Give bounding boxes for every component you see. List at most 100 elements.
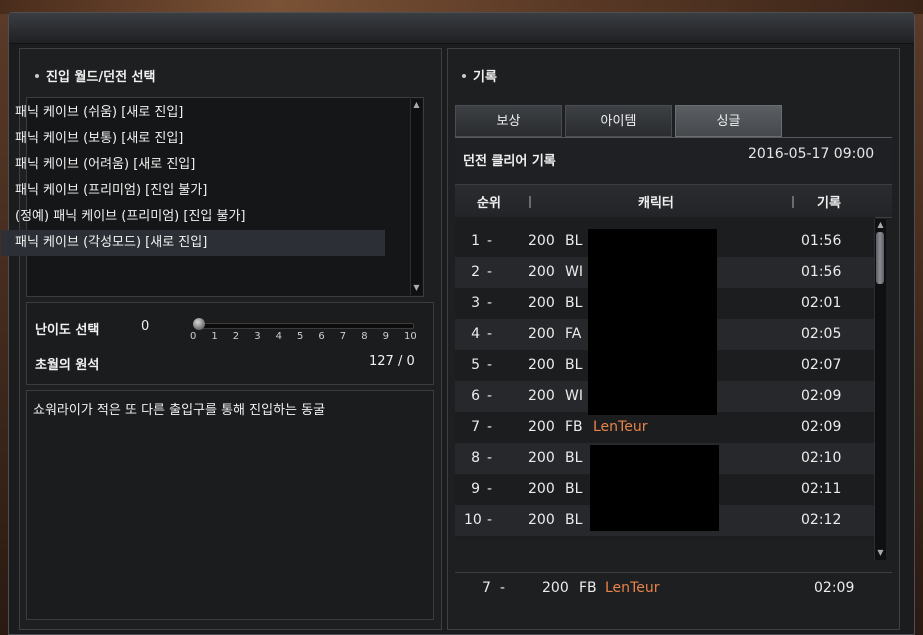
difficulty-tick: 7 — [339, 331, 347, 342]
row-rank: 3 — [471, 295, 480, 311]
redacted-names-block — [590, 445, 719, 531]
dungeon-list-item[interactable]: (정예) 패닉 케이브 (프리미엄) [진입 불가] — [1, 204, 385, 230]
row-cls: BL — [565, 357, 583, 373]
row-cls: FB — [565, 419, 583, 435]
difficulty-tick: 6 — [318, 331, 325, 342]
difficulty-slider[interactable] — [196, 323, 414, 329]
row-time: 02:07 — [801, 357, 842, 373]
row-level: 200 — [528, 388, 555, 404]
difficulty-tick: 10 — [404, 331, 417, 342]
my-level: 200 — [542, 580, 569, 596]
difficulty-tick: 9 — [382, 331, 389, 342]
row-cls: WI — [565, 264, 583, 280]
stone-value: 127 / 0 — [369, 354, 415, 369]
difficulty-tick: 3 — [254, 331, 261, 342]
column-character: 캐릭터 — [638, 196, 674, 211]
my-record-row: 7 - 200 FB LenTeur 02:09 — [455, 572, 892, 607]
row-level: 200 — [528, 295, 555, 311]
row-rank: 1 — [471, 233, 480, 249]
bullet-icon — [462, 73, 466, 78]
row-cls: BL — [565, 295, 583, 311]
difficulty-tick: 2 — [232, 331, 240, 342]
my-character-name: LenTeur — [605, 580, 660, 596]
scroll-up-icon[interactable]: ▲ — [412, 100, 421, 110]
right-panel-title-text: 기록 — [473, 70, 497, 85]
difficulty-slider-handle[interactable] — [193, 318, 205, 330]
row-time: 02:11 — [801, 481, 842, 497]
row-level: 200 — [528, 233, 555, 249]
row-cls: BL — [565, 450, 583, 466]
record-date: 2016-05-17 09:00 — [748, 146, 875, 162]
column-rank: 순위 — [477, 196, 501, 211]
right-panel-title: 기록 — [462, 66, 497, 85]
my-class: FB — [579, 580, 597, 596]
left-panel-title-text: 진입 월드/던전 선택 — [46, 70, 156, 85]
my-rank: 7 — [482, 580, 491, 596]
row-time: 02:09 — [801, 388, 842, 404]
column-record: 기록 — [817, 196, 841, 211]
difficulty-tick: 4 — [275, 331, 282, 342]
row-change: - — [487, 326, 493, 342]
row-change: - — [487, 264, 493, 280]
difficulty-value: 0 — [141, 319, 150, 334]
row-rank: 2 — [471, 264, 480, 280]
dungeon-list-item[interactable]: 패닉 케이브 (프리미엄) [진입 불가] — [1, 178, 385, 204]
row-change: - — [487, 233, 493, 249]
dungeon-list-item[interactable]: 패닉 케이브 (어려움) [새로 진입] — [1, 152, 385, 178]
scroll-up-icon[interactable]: ▲ — [876, 220, 885, 230]
row-time: 01:56 — [801, 233, 842, 249]
row-rank: 6 — [471, 388, 480, 404]
tab-single[interactable]: 싱글 — [675, 105, 782, 137]
row-rank: 8 — [471, 450, 480, 466]
row-level: 200 — [528, 264, 555, 280]
column-separator — [792, 196, 794, 208]
column-separator — [529, 196, 531, 208]
stone-label: 초월의 원석 — [35, 358, 100, 373]
redacted-names-block — [588, 229, 717, 415]
row-cls: BL — [565, 512, 583, 528]
difficulty-tick: 1 — [211, 331, 218, 342]
difficulty-label: 난이도 선택 — [35, 323, 100, 338]
row-change: - — [487, 357, 493, 373]
my-rank-change: - — [500, 580, 506, 596]
row-cls: BL — [565, 233, 583, 249]
row-rank: 10 — [464, 512, 482, 528]
row-change: - — [487, 419, 493, 435]
difficulty-tick: 0 — [190, 331, 197, 342]
row-cls: BL — [565, 481, 583, 497]
row-cls: WI — [565, 388, 583, 404]
row-level: 200 — [528, 512, 555, 528]
row-level: 200 — [528, 326, 555, 342]
dungeon-description: 쇼워라이가 적은 또 다른 출입구를 통해 진입하는 동굴 — [26, 390, 434, 620]
row-time: 01:56 — [801, 264, 842, 280]
row-rank: 9 — [471, 481, 480, 497]
bullet-icon — [35, 73, 39, 78]
dungeon-list-item[interactable]: 패닉 케이브 (각성모드) [새로 진입] — [1, 230, 385, 256]
tab-reward[interactable]: 보상 — [455, 105, 562, 137]
difficulty-tick: 8 — [361, 331, 368, 342]
dungeon-list-item[interactable]: 패닉 케이브 (보통) [새로 진입] — [1, 126, 385, 152]
row-level: 200 — [528, 481, 555, 497]
table-row: 7- 200 FB LenTeur 02:09 — [455, 412, 875, 443]
row-change: - — [487, 450, 493, 466]
my-time: 02:09 — [814, 580, 855, 596]
dungeon-list-item[interactable]: 패닉 케이브 (쉬움) [새로 진입] — [1, 100, 385, 126]
left-panel-title: 진입 월드/던전 선택 — [35, 66, 155, 85]
row-cls: FA — [565, 326, 582, 342]
scroll-down-icon[interactable]: ▼ — [412, 283, 421, 293]
row-level: 200 — [528, 357, 555, 373]
dungeon-list-scrollbar[interactable]: ▲ ▼ — [410, 99, 422, 295]
window-header — [9, 13, 914, 44]
row-rank: 5 — [471, 357, 480, 373]
row-change: - — [487, 481, 493, 497]
scroll-down-icon[interactable]: ▼ — [876, 548, 885, 558]
row-time: 02:01 — [801, 295, 842, 311]
scroll-thumb[interactable] — [876, 232, 884, 284]
tab-item[interactable]: 아이템 — [565, 105, 672, 137]
row-change: - — [487, 295, 493, 311]
difficulty-tick: 5 — [297, 331, 304, 342]
ranking-scrollbar[interactable]: ▲ ▼ — [874, 219, 886, 560]
row-time: 02:10 — [801, 450, 842, 466]
row-time: 02:12 — [801, 512, 842, 528]
row-time: 02:05 — [801, 326, 842, 342]
